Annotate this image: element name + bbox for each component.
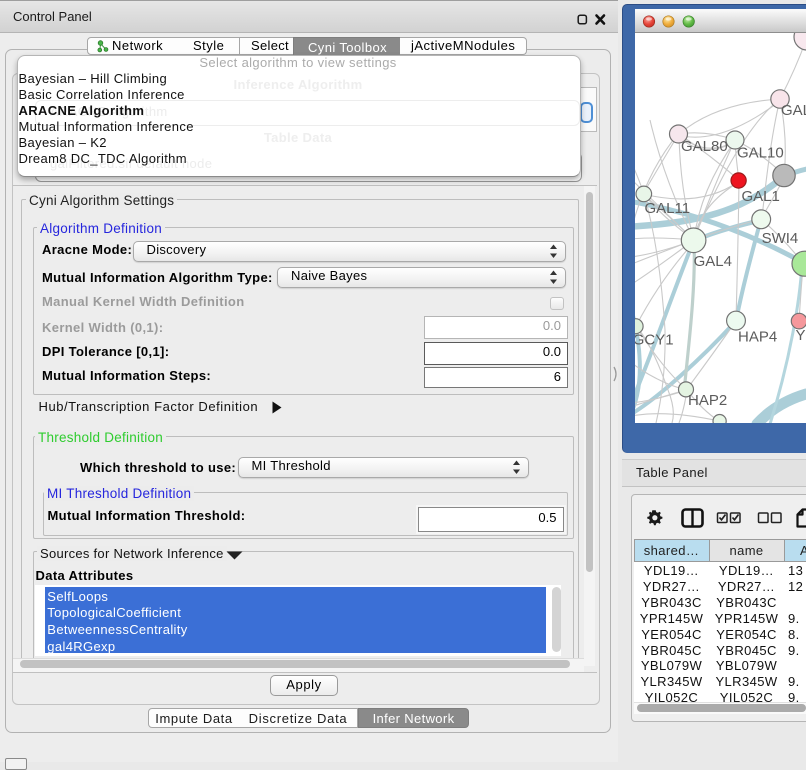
svg-text:GAL10: GAL10 [737,145,784,162]
svg-text:GAL80: GAL80 [681,138,728,155]
svg-text:Y: Y [796,327,806,344]
svg-text:GAL4: GAL4 [694,253,732,270]
svg-text:HAP4: HAP4 [738,329,777,346]
svg-text:GCY1: GCY1 [635,332,674,349]
svg-text:GAL: GAL [781,102,806,119]
svg-text:GAL11: GAL11 [645,200,691,217]
svg-text:HAP2: HAP2 [688,392,727,409]
svg-text:SWI4: SWI4 [762,230,799,247]
svg-text:GAL1: GAL1 [742,188,780,205]
